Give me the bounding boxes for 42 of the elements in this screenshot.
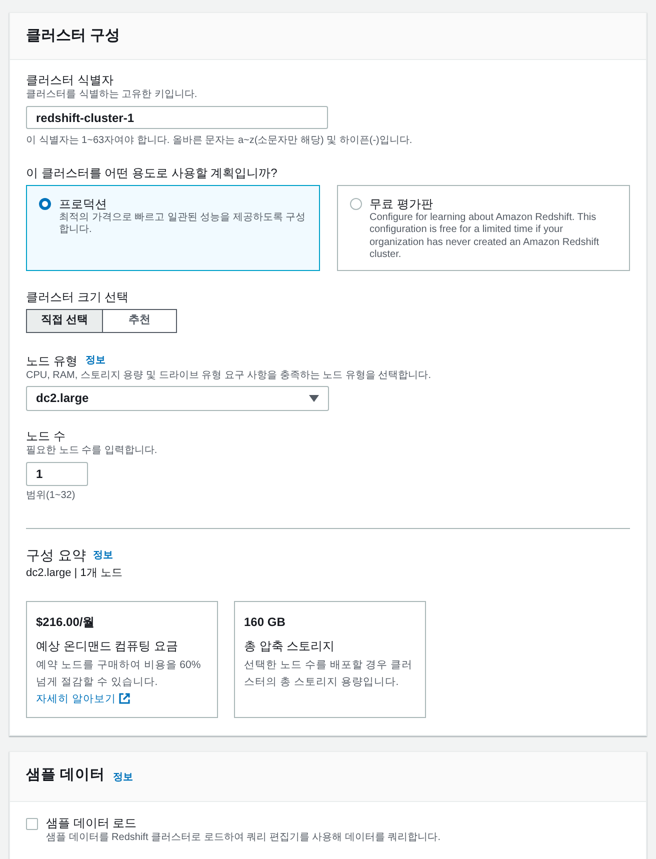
info-link[interactable]: 정보 — [85, 353, 106, 368]
field-description: 클러스터를 식별하는 고유한 키입니다. — [26, 88, 198, 101]
cluster-identifier-input[interactable]: redshift-cluster-1 — [26, 106, 328, 129]
field-description: CPU, RAM, 스토리지 용량 및 드라이브 유형 요구 사항을 충족하는 노드 유형을 선택합니다. — [26, 368, 432, 382]
node-type-select[interactable]: dc2.large — [26, 386, 329, 410]
card-value: $216.00/월 — [36, 614, 96, 630]
section-title: 구성 요약 — [26, 546, 86, 564]
caret-down-icon — [309, 394, 319, 402]
option-description: Configure for learning about Amazon Redshift. This configuration is free for a limited time if your organization has never created an Amazon Redshift cluster. — [370, 212, 600, 262]
question-label: 이 클러스터를 어떤 용도로 사용할 계획입니까? — [26, 164, 278, 180]
radio-unselected-icon[interactable] — [350, 198, 362, 210]
option-description: 최적의 가격으로 빠르고 일관된 성능을 제공하도록 구성합니다. — [59, 212, 306, 236]
option-title: 무료 평가판 — [370, 196, 434, 212]
learn-more-link[interactable]: 자세히 알아보기 — [36, 692, 116, 704]
field-label: 노드 수 — [26, 428, 66, 444]
field-label: 클러스터 식별자 — [26, 72, 114, 88]
radio-option-card[interactable]: 프로덕션 최적의 가격으로 빠르고 일관된 성능을 제공하도록 구성합니다. — [26, 184, 320, 270]
external-link-icon[interactable] — [118, 693, 130, 704]
card-description: 선택한 노드 수를 배포할 경우 클러스터의 총 스토리지 용량입니다. — [244, 658, 414, 690]
info-link[interactable]: 정보 — [113, 770, 134, 784]
field-label: 노드 유형 — [26, 352, 78, 368]
option-title: 프로덕션 — [59, 196, 108, 212]
info-link[interactable]: 정보 — [92, 548, 113, 563]
radio-option-card[interactable]: 무료 평가판 Configure for learning about Amazon Redshift. This configuration is free for a limited time if your organization has never created an Amazon Redshift cluster. — [336, 184, 630, 270]
field-description: 필요한 노드 수를 입력합니다. — [26, 444, 158, 456]
node-count-input[interactable]: 1 — [26, 462, 88, 486]
field-label: 클러스터 크기 선택 — [26, 288, 130, 304]
segment-button[interactable]: 직접 선택 — [26, 308, 103, 332]
segment-button[interactable]: 추천 — [103, 308, 177, 332]
card-value: 160 GB — [244, 614, 286, 630]
field-hint: 이 식별자는 1~63자여야 합니다. 올바른 문자는 a~z(소문자만 해당) 및 하이픈(-)입니다. — [26, 134, 414, 146]
card-title: 총 압축 스토리지 — [244, 638, 336, 654]
summary-subtitle: dc2.large | 1개 노드 — [26, 566, 124, 580]
checkbox-description: 샘플 데이터를 Redshift 클러스터로 로드하여 쿼리 편집기를 사용해 데이터를 쿼리합니다. — [46, 830, 440, 844]
checkbox-label: 샘플 데이터 로드 — [46, 816, 138, 830]
card-description: 예약 노드를 구매하여 비용을 60% 넘게 절감할 수 있습니다. 자세히 알아보기 — [36, 658, 202, 706]
field-hint: 범위(1~32) — [26, 488, 76, 502]
panel-title: 샘플 데이터 — [26, 766, 106, 786]
panel-title: 클러스터 구성 — [26, 26, 120, 46]
radio-selected-icon[interactable] — [39, 198, 51, 210]
card-title: 예상 온디맨드 컴퓨팅 요금 — [36, 638, 180, 654]
checkbox-icon[interactable] — [26, 818, 38, 830]
